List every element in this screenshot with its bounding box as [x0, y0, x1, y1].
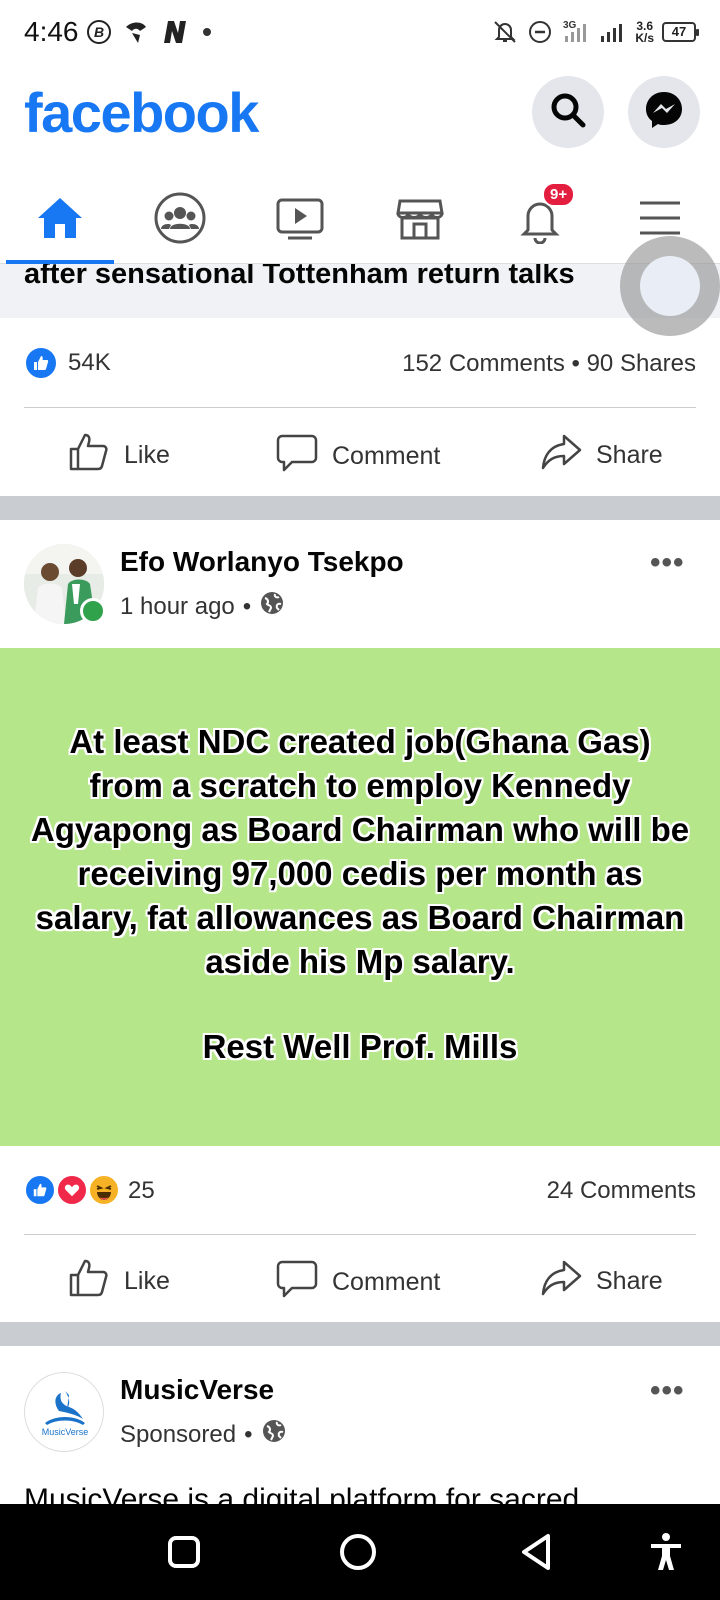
home-icon [35, 194, 85, 247]
post3-meta: Sponsored • [120, 1418, 287, 1451]
post1-headline: after sensational Tottenham return talks [24, 264, 575, 290]
system-nav-bar [0, 1504, 720, 1600]
post1-reactions[interactable]: 54K [24, 346, 111, 380]
bell-off-icon [491, 18, 519, 46]
post3-page-avatar[interactable]: MusicVerse [24, 1372, 104, 1452]
search-button[interactable] [532, 76, 604, 148]
status-bar: 4:46 B 3G 3.6 K/s 47 [0, 0, 720, 64]
signal-bars-icon [599, 18, 627, 46]
post1-share-label: Share [596, 441, 663, 469]
like-reaction-icon [24, 346, 58, 380]
network-speed: 3.6 K/s [635, 20, 654, 44]
post1-like-button[interactable]: Like [68, 432, 170, 479]
tab-groups[interactable] [120, 176, 240, 264]
share-arrow-icon [540, 1258, 582, 1305]
status-time: 4:46 [24, 16, 79, 47]
search-icon [548, 90, 588, 135]
svg-text:B: B [94, 24, 104, 40]
n-icon [160, 19, 190, 45]
video-icon [274, 194, 326, 247]
tab-bar: 9+ [0, 176, 720, 264]
svg-text:3G: 3G [563, 20, 577, 31]
feed-separator [0, 1322, 720, 1346]
post1-comment-label: Comment [332, 442, 441, 470]
recent-apps-icon[interactable] [166, 1534, 202, 1575]
tab-video[interactable] [240, 176, 360, 264]
post3-avatar-label: MusicVerse [41, 1427, 89, 1437]
status-right-icons: 3G 3.6 K/s 47 [491, 16, 699, 48]
tab-notifications[interactable]: 9+ [480, 176, 600, 264]
post2-like-label: Like [124, 1267, 170, 1295]
post2-text-card[interactable]: At least NDC created job(Ghana Gas) from… [0, 648, 720, 1146]
comment-bubble-icon [276, 432, 318, 481]
home-circle-icon[interactable] [338, 1532, 378, 1577]
post3-page-name[interactable]: MusicVerse [120, 1374, 274, 1406]
messenger-button[interactable] [628, 76, 700, 148]
marketplace-icon [394, 193, 446, 248]
post2-meta: 1 hour ago • [120, 590, 285, 623]
post3-more-options-icon[interactable]: ••• [650, 1374, 685, 1408]
back-triangle-icon[interactable] [518, 1532, 558, 1577]
like-reaction-icon [24, 1174, 56, 1206]
post2-like-button[interactable]: Like [68, 1258, 170, 1305]
signal-hook-icon [122, 19, 150, 45]
globe-icon [261, 1418, 287, 1451]
tab-marketplace[interactable] [360, 176, 480, 264]
share-arrow-icon [540, 432, 582, 479]
post2-comment-label: Comment [332, 1268, 441, 1296]
notification-badge: 9+ [542, 182, 576, 207]
post1-comments-shares[interactable]: 152 Comments • 90 Shares [402, 350, 696, 378]
post2-comments-count[interactable]: 24 Comments [547, 1177, 696, 1205]
feed-separator [0, 496, 720, 520]
accessibility-icon[interactable] [648, 1532, 684, 1577]
network-speed-unit: K/s [635, 31, 654, 45]
assistive-touch-button[interactable] [640, 256, 700, 316]
thumbs-up-icon [68, 1258, 110, 1305]
post3-sponsored-label[interactable]: Sponsored [120, 1421, 236, 1449]
post1-like-label: Like [124, 441, 170, 469]
post2-share-button[interactable]: Share [540, 1258, 663, 1305]
haha-reaction-icon [88, 1174, 120, 1206]
post3-body-text: MusicVerse is a digital platform for sac… [24, 1483, 580, 1504]
online-status-dot [80, 598, 106, 624]
network-bars-icon: 3G [561, 18, 591, 46]
post1-like-count: 54K [68, 349, 111, 376]
post2-author-name[interactable]: Efo Worlanyo Tsekpo [120, 546, 404, 578]
dot-icon [200, 25, 214, 39]
globe-icon [259, 590, 285, 623]
battery-icon: 47 [662, 22, 699, 42]
link-preview-headline[interactable]: after sensational Tottenham return talks [0, 264, 720, 318]
post1-divider [24, 407, 696, 408]
post2-comment-button[interactable]: Comment [276, 1258, 440, 1307]
post2-signoff-text: Rest Well Prof. Mills [202, 1028, 518, 1065]
post2-reaction-icons[interactable] [24, 1174, 124, 1210]
post3-body-clip: MusicVerse is a digital platform for sac… [24, 1480, 704, 1504]
meta-separator: • [244, 1420, 253, 1448]
post2-body-text: At least NDC created job(Ghana Gas) from… [30, 723, 690, 980]
messenger-icon [642, 88, 686, 137]
post2-divider [24, 1234, 696, 1235]
comment-bubble-icon [276, 1258, 318, 1307]
do-not-disturb-icon [527, 19, 553, 45]
b-circle-icon: B [86, 19, 112, 45]
groups-icon [153, 191, 207, 250]
thumbs-up-icon [68, 432, 110, 479]
love-reaction-icon [56, 1174, 88, 1206]
post2-reaction-count[interactable]: 25 [128, 1177, 155, 1205]
post1-share-button[interactable]: Share [540, 432, 663, 479]
meta-separator: • [242, 592, 252, 620]
post2-more-options-icon[interactable]: ••• [650, 546, 685, 580]
tab-home[interactable] [0, 176, 120, 264]
facebook-logo[interactable]: facebook [24, 80, 259, 145]
post1-comment-button[interactable]: Comment [276, 432, 440, 481]
status-left-icons: B [86, 16, 214, 48]
post2-share-label: Share [596, 1267, 663, 1295]
post2-timestamp[interactable]: 1 hour ago [120, 593, 235, 621]
